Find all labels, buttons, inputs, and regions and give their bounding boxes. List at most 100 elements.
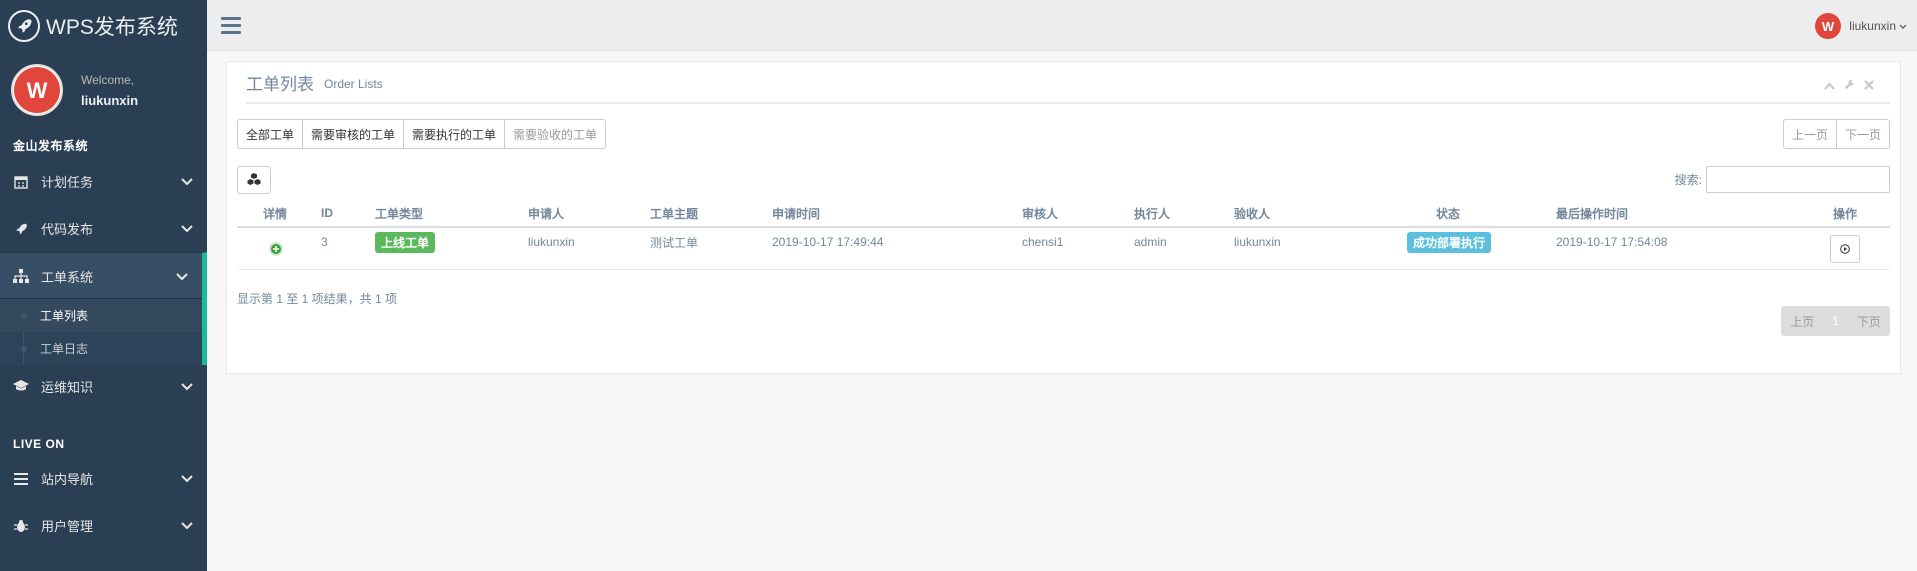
chevron-down-icon [181, 174, 193, 189]
cell-id: 3 [321, 235, 328, 249]
expand-row-button[interactable] [269, 228, 283, 269]
profile-name: liukunxin [81, 92, 139, 108]
play-button[interactable] [1830, 234, 1860, 263]
sidebar-item-users[interactable]: 用户管理 [0, 502, 207, 549]
order-table: 详情 ID 工单类型 申请人 工单主题 申请时间 审核人 执行人 验收人 状态 … [237, 200, 1890, 270]
cell-status: 成功部署执行 [1407, 228, 1492, 256]
prev-page-button[interactable]: 上一页 [1782, 119, 1837, 149]
chevron-up-icon[interactable] [1824, 79, 1835, 93]
column-header[interactable]: ID [321, 200, 333, 226]
child-item-order-list[interactable]: 工单列表 [0, 299, 202, 332]
type-badge: 上线工单 [375, 231, 436, 253]
user-menu[interactable]: W liukunxin [1815, 13, 1907, 39]
column-header[interactable]: 详情 [263, 200, 287, 226]
profile: W Welcome, liukunxin [0, 51, 207, 129]
graduation-cap-icon [13, 380, 29, 392]
sidebar-item-orders[interactable]: 工单系统 [0, 252, 207, 299]
column-header[interactable]: 状态 [1436, 200, 1460, 226]
prev-button[interactable]: 上页 [1781, 306, 1823, 336]
brand[interactable]: WPS发布系统 [0, 0, 207, 51]
column-header[interactable]: 执行人 [1134, 200, 1170, 226]
bug-icon [13, 519, 29, 533]
pager-top: 上一页 下一页 [1782, 119, 1890, 149]
cell-type: 上线工单 [375, 228, 436, 256]
column-header: 操作 [1833, 206, 1858, 221]
bars-icon [13, 472, 29, 485]
rocket-icon [8, 9, 40, 42]
play-circle-icon [1840, 243, 1850, 254]
status-badge: 成功部署执行 [1407, 231, 1492, 253]
cell-subject: 测试工单 [650, 235, 699, 250]
avatar: W [11, 64, 63, 116]
filter-accept-button[interactable]: 需要验收的工单 [504, 119, 607, 149]
section-title: 金山发布系统 [13, 139, 89, 153]
order-list-panel: 工单列表 Order Lists 全部工单 需要审核的工单 需要执行的工单 需要… [226, 61, 1901, 374]
sidebar-item-label: 运维知识 [41, 379, 94, 395]
sidebar-item-plan[interactable]: 计划任务 [0, 158, 207, 205]
chevron-down-icon [1899, 19, 1907, 33]
column-header[interactable]: 申请时间 [772, 200, 820, 226]
next-button[interactable]: 下页 [1848, 306, 1890, 336]
child-item-order-log[interactable]: 工单日志 [0, 332, 202, 365]
column-header[interactable]: 验收人 [1234, 200, 1270, 226]
child-item-label: 工单日志 [40, 342, 89, 356]
table-row: 3 上线工单 liukunxin 测试工单 2019-10-17 17:49:4… [237, 228, 1890, 270]
profile-welcome: Welcome, [81, 72, 135, 87]
search-wrap: 搜索: [1675, 166, 1890, 193]
sidebar-item-deploy[interactable]: 代码发布 [0, 205, 207, 252]
column-header[interactable]: 工单主题 [650, 200, 698, 226]
cubes-icon [247, 172, 261, 188]
cell-action [1830, 228, 1860, 269]
child-item-label: 工单列表 [40, 309, 89, 323]
avatar: W [1815, 13, 1842, 39]
bullet-icon [21, 312, 27, 319]
cell-last-time: 2019-10-17 17:54:08 [1556, 235, 1668, 249]
next-page-button[interactable]: 下一页 [1835, 119, 1890, 149]
section-title: LIVE ON [13, 437, 65, 451]
table-header: 详情 ID 工单类型 申请人 工单主题 申请时间 审核人 执行人 验收人 状态 … [237, 200, 1890, 228]
sidebar-item-label: 工单系统 [41, 269, 94, 285]
pager-bottom: 上页 1 下页 [1781, 306, 1890, 336]
filter-review-button[interactable]: 需要审核的工单 [302, 119, 405, 149]
filter-all-button[interactable]: 全部工单 [237, 119, 304, 149]
svg-text:W: W [1822, 19, 1835, 34]
sidebar-item-label: 用户管理 [41, 519, 94, 534]
chevron-down-icon [181, 471, 193, 486]
svg-text:W: W [27, 78, 48, 103]
cell-acceptor: liukunxin [1234, 235, 1281, 249]
sidebar-item-site-nav[interactable]: 站内导航 [0, 455, 207, 502]
wrench-icon[interactable] [1844, 79, 1855, 93]
sitemap-icon [13, 269, 29, 283]
filter-execute-button[interactable]: 需要执行的工单 [403, 119, 506, 149]
column-toggle-button[interactable] [237, 166, 271, 194]
bullet-icon [21, 345, 27, 352]
search-input[interactable] [1706, 166, 1890, 193]
panel-title: 工单列表 [246, 74, 314, 94]
sidebar: WPS发布系统 W Welcome, liukunxin 金山发布系统 计划任务… [0, 0, 207, 571]
close-icon[interactable] [1864, 79, 1874, 93]
cell-executor: admin [1134, 235, 1167, 249]
rocket-icon [13, 222, 29, 236]
search-label: 搜索: [1674, 173, 1702, 187]
panel-header: 工单列表 Order Lists [246, 62, 1890, 104]
column-header[interactable]: 审核人 [1022, 200, 1058, 226]
page-number-button[interactable]: 1 [1823, 306, 1848, 336]
menu-toggle-icon[interactable] [221, 16, 241, 37]
chevron-down-icon [181, 221, 193, 236]
top-nav: W liukunxin [207, 0, 1917, 51]
filter-buttons: 全部工单 需要审核的工单 需要执行的工单 需要验收的工单 [237, 119, 607, 149]
chevron-down-icon [176, 269, 188, 284]
cell-applicant: liukunxin [528, 235, 575, 249]
sidebar-item-label: 计划任务 [41, 175, 94, 190]
column-header[interactable]: 工单类型 [375, 200, 423, 226]
panel-subtitle: Order Lists [324, 76, 383, 91]
chevron-down-icon [181, 379, 193, 394]
username: liukunxin [1849, 19, 1896, 33]
cell-reviewer: chensi1 [1022, 235, 1064, 249]
column-header[interactable]: 最后操作时间 [1556, 200, 1628, 226]
column-header[interactable]: 申请人 [528, 200, 564, 226]
chevron-down-icon [181, 518, 193, 533]
sidebar-item-knowledge[interactable]: 运维知识 [0, 365, 207, 407]
plus-circle-icon [269, 241, 283, 256]
table-info: 显示第 1 至 1 项结果，共 1 项 [237, 292, 398, 306]
